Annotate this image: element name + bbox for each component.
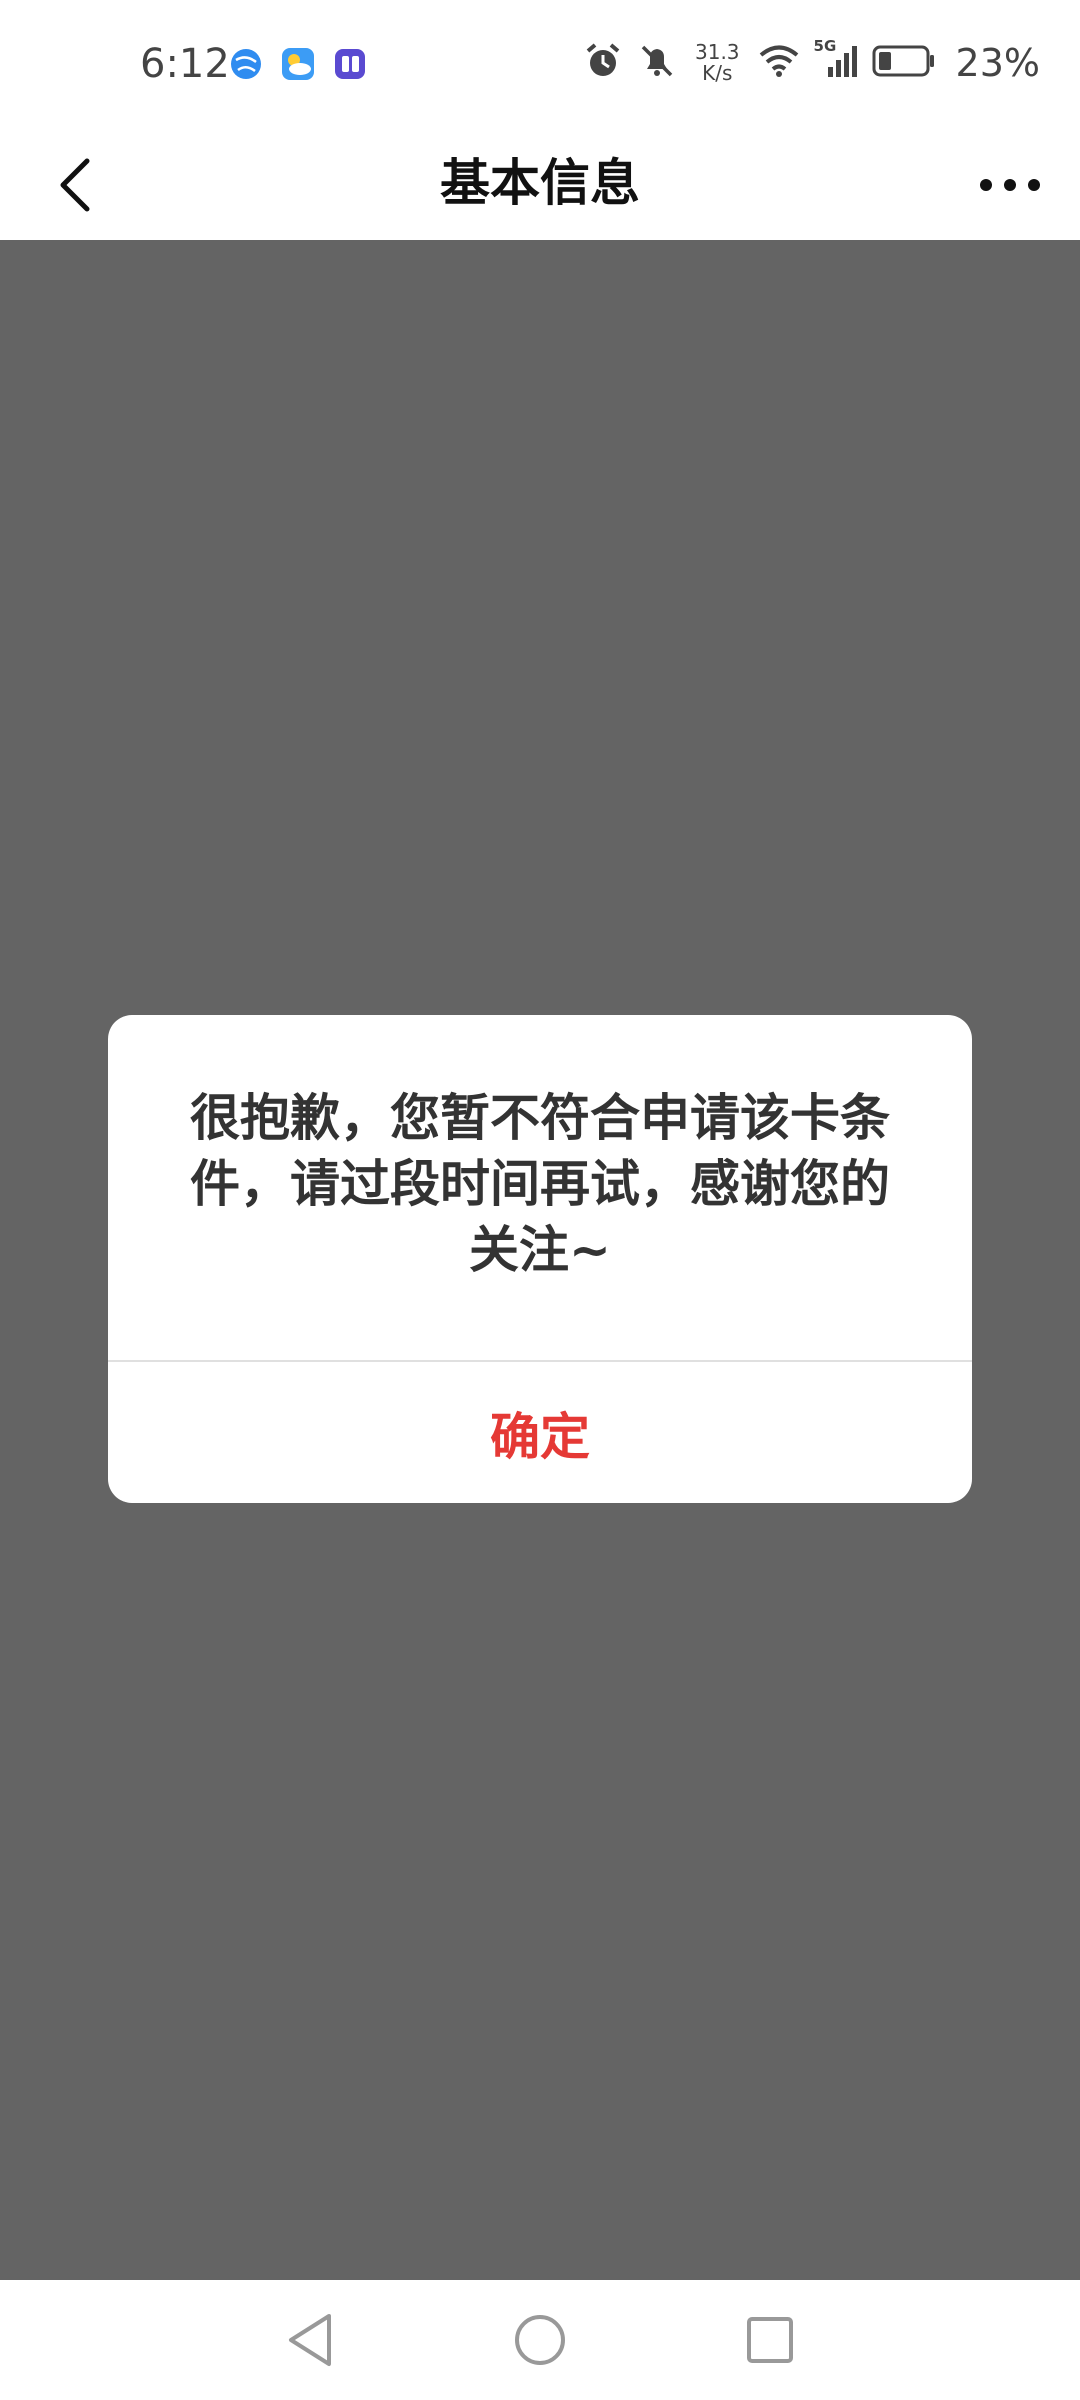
status-app-icons [228,46,368,82]
system-nav-bar [0,2280,1080,2400]
triangle-back-icon [289,2314,331,2366]
status-right-group: 31.3 K/s 5G 23% [583,37,1040,86]
square-recents-icon [747,2317,793,2363]
dialog-message: 很抱歉，您暂不符合申请该卡条件，请过段时间再试，感谢您的关注~ [190,1089,890,1279]
battery-icon [872,44,936,82]
battery-percent: 23% [955,41,1040,85]
header: 基本信息 [0,130,1080,240]
net-speed-value: 31.3 [695,40,740,64]
network-type-label: 5G [813,37,837,55]
status-bar: 6:12 31.3 K/s 5G 23% [0,0,1080,130]
mute-icon [637,41,677,85]
page-title: 基本信息 [440,154,640,212]
wifi-icon [758,43,800,83]
status-time: 6:12 [140,41,230,87]
weather-icon [280,46,316,82]
circle-home-icon [515,2315,565,2365]
net-speed-unit: K/s [702,61,733,85]
more-dots-icon [980,179,1040,191]
browser-icon [228,46,264,82]
tieba-icon [332,46,368,82]
more-button[interactable] [970,150,1050,220]
net-speed: 31.3 K/s [695,42,740,84]
nav-back-button[interactable] [280,2310,340,2370]
alert-dialog: 很抱歉，您暂不符合申请该卡条件，请过段时间再试，感谢您的关注~ 确定 [108,1015,972,1503]
screen: 6:12 31.3 K/s 5G 23% 基本信息 很抱歉，您暂不符合申请该卡条… [0,0,1080,2400]
nav-recents-button[interactable] [740,2310,800,2370]
nav-home-button[interactable] [510,2310,570,2370]
alarm-icon [583,41,623,85]
confirm-button[interactable]: 确定 [108,1362,972,1503]
cellular-signal-icon: 5G [814,37,858,83]
